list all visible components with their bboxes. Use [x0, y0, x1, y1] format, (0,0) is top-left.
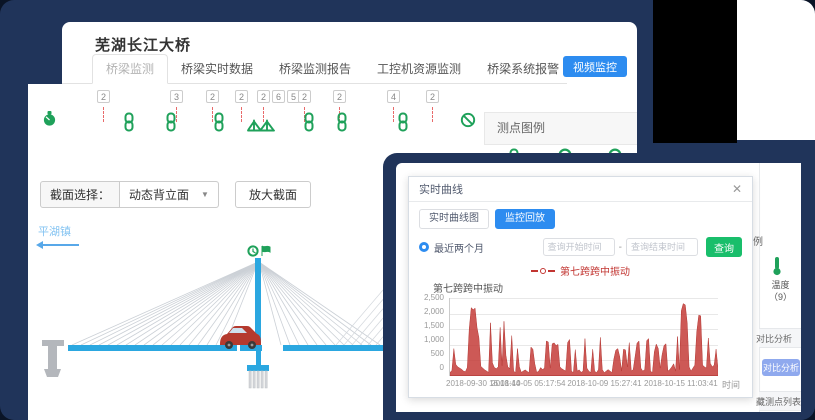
query-button[interactable]: 查询 — [706, 237, 742, 257]
legend-panel-icons — [28, 145, 181, 163]
tower-piles — [249, 371, 267, 388]
chain-icon[interactable] — [397, 112, 409, 137]
main-tab-0[interactable]: 桥梁监测 — [92, 54, 168, 84]
radio-label: 最近两个月 — [434, 240, 484, 255]
x-tick-label: 2018-10-09 15:27:41 — [567, 379, 641, 388]
chain-icon[interactable] — [123, 112, 135, 137]
popup-window: 实时曲线 ✕ 实时曲线图监控回放 最近两个月 - 查询 — [383, 153, 815, 420]
main-tab-4[interactable]: 桥梁系统报警 — [474, 55, 572, 83]
chart-legend[interactable]: 第七跨跨中振动 — [419, 263, 742, 278]
y-tick-label: 0 — [440, 364, 444, 372]
page-title: 芜湖长江大桥 — [95, 34, 191, 55]
y-tick-label: 1,000 — [424, 336, 444, 344]
chain-icon[interactable] — [213, 112, 225, 137]
realtime-curve-dialog: 实时曲线 ✕ 实时曲线图监控回放 最近两个月 - 查询 — [408, 176, 753, 398]
zoom-section-button[interactable]: 放大截面 — [235, 181, 311, 208]
y-tick-label: 500 — [431, 350, 444, 358]
chart: 2,5002,0001,5001,0005000 — [419, 298, 742, 376]
dialog-header: 实时曲线 ✕ — [409, 177, 752, 202]
desktop-background: 芜湖长江大桥 桥梁监测桥梁实时数据桥梁监测报告工控机资源监测桥梁系统报警 视频监… — [0, 0, 815, 420]
chain-icon[interactable] — [336, 112, 348, 137]
radio-last-two-months[interactable] — [419, 242, 429, 252]
query-end-time-input[interactable] — [626, 238, 698, 256]
legend-panel-title: 测点图例 — [497, 121, 545, 135]
bridge-icon[interactable] — [247, 116, 275, 139]
close-icon[interactable]: ✕ — [732, 182, 742, 196]
x-tick-label: 2018-10-05 05:17:54 — [491, 379, 565, 388]
main-window-header: 芜湖长江大桥 桥梁监测桥梁实时数据桥梁监测报告工控机资源监测桥梁系统报警 视频监… — [62, 22, 637, 84]
chart-y-axis: 2,500 2,000 1,500 1,000 500 0 — [419, 294, 449, 372]
popup-window-content: 实时曲线 ✕ 实时曲线图监控回放 最近两个月 - 查询 — [396, 163, 801, 412]
chevron-down-icon: ▼ — [201, 190, 209, 199]
sensor-count: 2 — [298, 90, 311, 103]
bridge-left-label: 平湖镇 — [38, 223, 71, 239]
sensor-count: 2 — [257, 90, 270, 103]
sensor-dash-line — [103, 107, 104, 122]
bridge-deck — [68, 345, 237, 351]
sensor-count: 2 — [333, 90, 346, 103]
dialog-title: 实时曲线 — [419, 181, 463, 197]
tower-top-sensor-icon — [248, 246, 270, 256]
section-select-label: 截面选择： — [41, 182, 119, 207]
dialog-tab-0[interactable]: 实时曲线图 — [419, 209, 489, 229]
query-start-time-input[interactable] — [543, 238, 615, 256]
sensor-count: 2 — [235, 90, 248, 103]
dialog-body: 实时曲线图监控回放 最近两个月 - 查询 第七跨跨中振动 — [409, 202, 752, 388]
section-select-current: 动态背立面 — [129, 186, 189, 203]
x-axis-title: 时间 — [722, 378, 740, 391]
dialog-tab-1[interactable]: 监控回放 — [495, 209, 555, 229]
legend-marker-icon — [531, 270, 538, 272]
sensor-count: 2 — [97, 90, 110, 103]
accelerometer-icon[interactable] — [42, 110, 57, 132]
prohibit-icon[interactable] — [460, 112, 476, 133]
chain-icon[interactable] — [303, 112, 315, 137]
y-tick-label: 2,000 — [424, 308, 444, 316]
main-tab-2[interactable]: 桥梁监测报告 — [266, 55, 364, 83]
sensor-count: 6 — [272, 90, 285, 103]
point-list-section-header: 藏测点列表 — [759, 391, 801, 411]
sensor-count: 2 — [426, 90, 439, 103]
compare-analysis-button[interactable]: 对比分析 — [762, 359, 800, 376]
chart-x-axis: 时间 2018-09-30 16:01:442018-10-05 05:17:5… — [449, 376, 718, 388]
section-controls: 截面选择： 动态背立面 ▼ 放大截面 — [40, 181, 311, 208]
chart-title: 第七跨跨中振动 — [433, 280, 742, 295]
sensor-dash-line — [432, 107, 433, 122]
main-tab-bar: 桥梁监测桥梁实时数据桥梁监测报告工控机资源监测桥梁系统报警 — [62, 54, 567, 84]
chain-icon[interactable] — [165, 112, 177, 137]
sensor-count: 2 — [206, 90, 219, 103]
pier-icon — [42, 340, 64, 377]
section-select-value[interactable]: 动态背立面 ▼ — [119, 182, 218, 207]
sensor-dash-line — [393, 107, 394, 122]
y-tick-label: 1,500 — [424, 322, 444, 330]
legend-panel-header: 测点图例 — [484, 112, 637, 145]
sensor-dash-line — [241, 107, 242, 122]
legend-label: 第七跨跨中振动 — [560, 263, 630, 278]
x-tick-label: 2018-10-15 11:03:41 — [644, 379, 718, 388]
vibration-series — [450, 298, 718, 376]
dialog-tab-bar: 实时曲线图监控回放 — [419, 209, 742, 229]
section-select[interactable]: 截面选择： 动态背立面 ▼ — [40, 181, 219, 208]
main-tab-3[interactable]: 工控机资源监测 — [364, 55, 474, 83]
background-side-panel: 例 温度 （9） 对比分析 对比分析 藏测点列表 — [753, 163, 801, 412]
video-monitor-button[interactable]: 视频监控 — [563, 56, 627, 77]
background-white-region — [737, 0, 815, 140]
chart-plot-area[interactable] — [449, 298, 718, 376]
compare-section-header: 对比分析 — [759, 328, 801, 348]
main-tab-1[interactable]: 桥梁实时数据 — [168, 55, 266, 83]
sensor-count: 3 — [170, 90, 183, 103]
range-separator: - — [619, 242, 622, 253]
query-filter-row: 最近两个月 - 查询 — [419, 237, 742, 257]
background-black-region — [653, 0, 737, 143]
temperature-count: （9） — [760, 290, 801, 303]
sensor-count: 4 — [387, 90, 400, 103]
y-tick-label: 2,500 — [424, 294, 444, 302]
clipped-header-text: 例 — [753, 233, 763, 248]
